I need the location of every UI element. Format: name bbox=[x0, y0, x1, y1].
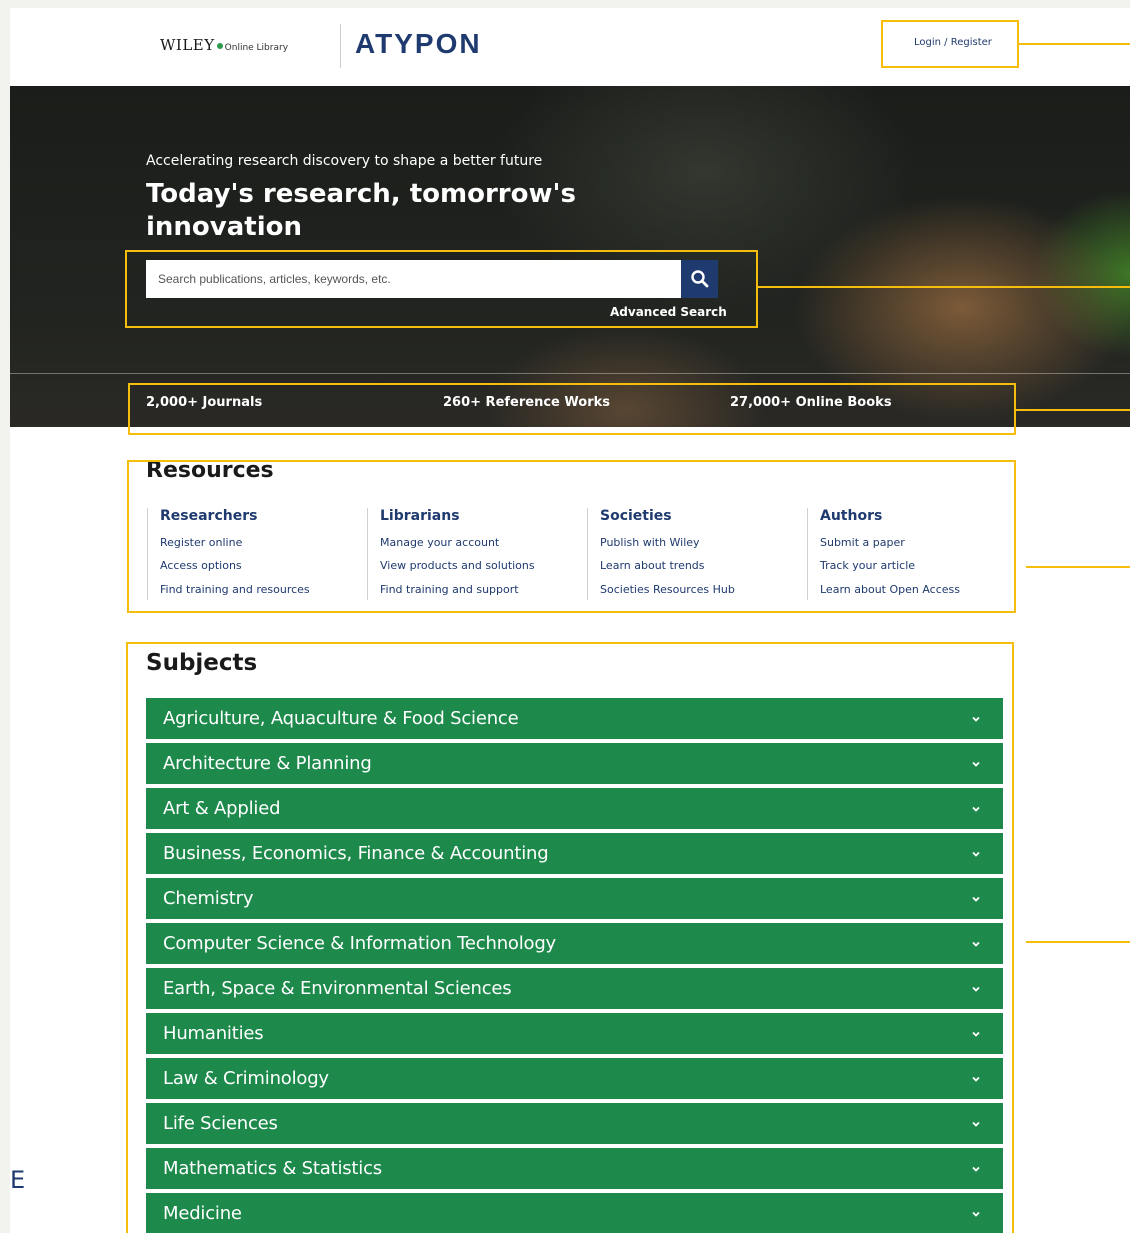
hero-tagline: Accelerating research discovery to shape… bbox=[146, 153, 543, 169]
wiley-brand: WILEY bbox=[160, 36, 215, 54]
atypon-logo[interactable]: ATYPON bbox=[355, 28, 482, 60]
stats-divider bbox=[10, 373, 1130, 374]
connector-login bbox=[1019, 43, 1130, 45]
wiley-dot-icon bbox=[216, 43, 223, 49]
highlight-stats bbox=[128, 383, 1016, 435]
highlight-search bbox=[125, 250, 758, 328]
highlight-resources bbox=[127, 460, 1016, 613]
wiley-sub: Online Library bbox=[224, 43, 289, 53]
hero-title: Today's research, tomorrow's innovation bbox=[146, 179, 576, 242]
connector-search bbox=[758, 286, 1130, 288]
connector-resources bbox=[1026, 566, 1130, 568]
page: WILEY Online Library ATYPON Login / Regis… bbox=[10, 8, 1130, 1233]
wiley-logo[interactable]: WILEY Online Library bbox=[160, 36, 288, 54]
highlight-login bbox=[881, 20, 1019, 68]
connector-subjects bbox=[1026, 941, 1130, 943]
highlight-subjects bbox=[126, 642, 1014, 1233]
logo-divider bbox=[340, 24, 341, 68]
side-letter: E bbox=[10, 1166, 26, 1194]
connector-stats bbox=[1016, 409, 1130, 411]
top-band bbox=[0, 0, 1130, 8]
